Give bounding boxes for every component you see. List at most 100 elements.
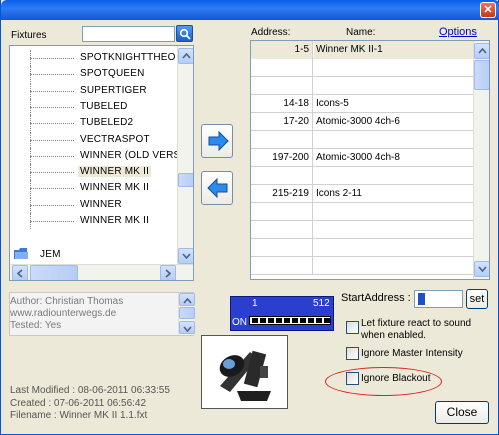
info-scroll-up[interactable]: [179, 293, 195, 306]
address-cell: [251, 257, 313, 275]
tree-scroll-thumb[interactable]: [178, 173, 193, 187]
table-scrollbar[interactable]: [473, 41, 489, 279]
tree-item[interactable]: SPOTKNIGHTTHEO: [10, 50, 178, 66]
tree-connector: [30, 90, 74, 92]
tree-item-label: SPOTQUEEN: [80, 68, 145, 80]
tree-item[interactable]: SUPERTIGER: [10, 82, 178, 99]
tree-item[interactable]: VECTRASPOT: [10, 131, 178, 148]
scroll-right-button[interactable]: [160, 265, 176, 280]
address-cell: [251, 203, 313, 221]
tree-vertical-scrollbar[interactable]: [177, 46, 193, 264]
tree-connector: [30, 172, 74, 174]
table-row[interactable]: [251, 77, 473, 95]
react-to-sound-label: Let fixture react to sound when enabled.: [361, 318, 472, 341]
dmx-channel-cell: [260, 318, 266, 323]
scroll-down-button[interactable]: [178, 248, 193, 264]
add-fixture-button[interactable]: [201, 124, 233, 158]
table-row[interactable]: 17-20 Atomic-3000 4ch-6: [251, 113, 473, 131]
dmx-end-label: 512: [313, 298, 330, 309]
dmx-channel-cell: [268, 318, 274, 323]
tree-item[interactable]: WINNER MK II: [10, 180, 178, 197]
close-button[interactable]: Close: [435, 401, 489, 424]
address-cell: 197-200: [251, 149, 313, 167]
address-table[interactable]: 1-5 Winner MK II-1 14-18 Icons-5 17-20 Atomic…: [250, 40, 490, 280]
table-row[interactable]: [251, 167, 473, 185]
table-row[interactable]: 215-219 Icons 2-11: [251, 185, 473, 203]
name-cell: [314, 59, 473, 77]
table-row[interactable]: 14-18 Icons-5: [251, 95, 473, 113]
search-button[interactable]: [176, 25, 193, 42]
tree-item-label: WINNER: [80, 198, 122, 210]
table-row[interactable]: [251, 257, 473, 275]
table-scroll-down[interactable]: [474, 261, 489, 277]
address-cell: [251, 77, 313, 95]
tree-item[interactable]: WINNER MK II: [10, 164, 178, 181]
react-to-sound-checkbox[interactable]: [346, 321, 359, 334]
author-text: Author: Christian Thomas: [10, 296, 124, 307]
tree-folder-jem[interactable]: JEM: [10, 247, 178, 263]
tree-horizontal-scrollbar[interactable]: [10, 264, 193, 280]
address-cell: 17-20: [251, 113, 313, 131]
table-row[interactable]: [251, 131, 473, 149]
table-row[interactable]: [251, 59, 473, 77]
remove-fixture-button[interactable]: [201, 171, 233, 205]
info-scroll-down[interactable]: [179, 321, 195, 334]
window-close-button[interactable]: ✕: [480, 2, 496, 18]
info-scrollbar[interactable]: [178, 293, 195, 335]
dmx-channel-cell: [316, 318, 322, 323]
address-cell: [251, 221, 313, 239]
set-button[interactable]: set: [466, 289, 488, 309]
info-scroll-thumb[interactable]: [179, 307, 195, 319]
fixture-dialog: ✕ Fixtures SPOTKNIGHTTHEO SPOTQUEEN SUPERT…: [0, 0, 499, 435]
website-text: www.radiounterwegs.de: [10, 308, 117, 319]
name-cell: [314, 257, 473, 275]
scroll-up-button[interactable]: [178, 48, 193, 64]
tree-folder-label: JEM: [40, 249, 61, 260]
address-cell: 1-5: [251, 41, 313, 59]
scroll-left-button[interactable]: [12, 265, 28, 280]
tree-item-label: SPOTKNIGHTTHEO: [80, 52, 176, 63]
dmx-channel-cell: [308, 318, 314, 323]
table-row[interactable]: 197-200 Atomic-3000 4ch-8: [251, 149, 473, 167]
table-scroll-up[interactable]: [474, 43, 489, 59]
tree-connector: [30, 221, 74, 222]
tree-item[interactable]: SPOTQUEEN: [10, 66, 178, 83]
arrow-left-icon: [207, 178, 228, 198]
filename-text: Filename : Winner MK II 1.1.fxt: [10, 410, 148, 421]
table-row[interactable]: [251, 239, 473, 257]
name-cell: [314, 77, 473, 95]
start-address-input[interactable]: 1: [414, 290, 463, 308]
name-cell: [314, 203, 473, 221]
tree-item[interactable]: WINNER: [10, 196, 178, 213]
address-cell: [251, 59, 313, 77]
tree-connector: [30, 74, 74, 76]
table-row[interactable]: [251, 221, 473, 239]
table-row[interactable]: 1-5 Winner MK II-1: [251, 41, 473, 59]
table-scroll-thumb[interactable]: [474, 60, 489, 90]
dmx-channel-strip: [249, 316, 331, 325]
dmx-channel-cell: [292, 318, 298, 323]
tree-item[interactable]: TUBELED: [10, 98, 178, 115]
options-link[interactable]: Options: [439, 26, 477, 38]
dmx-channel-cell: [324, 318, 330, 323]
chevron-left-icon: [17, 269, 23, 278]
tree-hscroll-thumb[interactable]: [30, 265, 78, 280]
title-bar: ✕: [1, 0, 499, 20]
table-row[interactable]: [251, 203, 473, 221]
fixture-tree[interactable]: SPOTKNIGHTTHEO SPOTQUEEN SUPERTIGER TUBELED…: [9, 45, 194, 281]
search-input[interactable]: [82, 26, 175, 42]
tree-item[interactable]: TUBELED2: [10, 115, 178, 132]
name-cell: Icons 2-11: [316, 188, 362, 199]
tree-connector: [30, 58, 74, 59]
ignore-master-checkbox[interactable]: [346, 347, 359, 360]
dmx-channel-cell: [284, 318, 290, 323]
tree-connector: [30, 188, 74, 190]
tree-item[interactable]: WINNER MK II: [10, 213, 178, 229]
tree-connector: [30, 139, 74, 141]
fixtures-label: Fixtures: [11, 30, 47, 41]
address-cell: 14-18: [251, 95, 313, 113]
address-cell: [251, 131, 313, 149]
dmx-channel-cell: [252, 318, 258, 323]
dmx-channel-display: 1 512 ON: [230, 296, 334, 331]
tree-item[interactable]: WINNER (OLD VERSIO: [10, 147, 191, 164]
